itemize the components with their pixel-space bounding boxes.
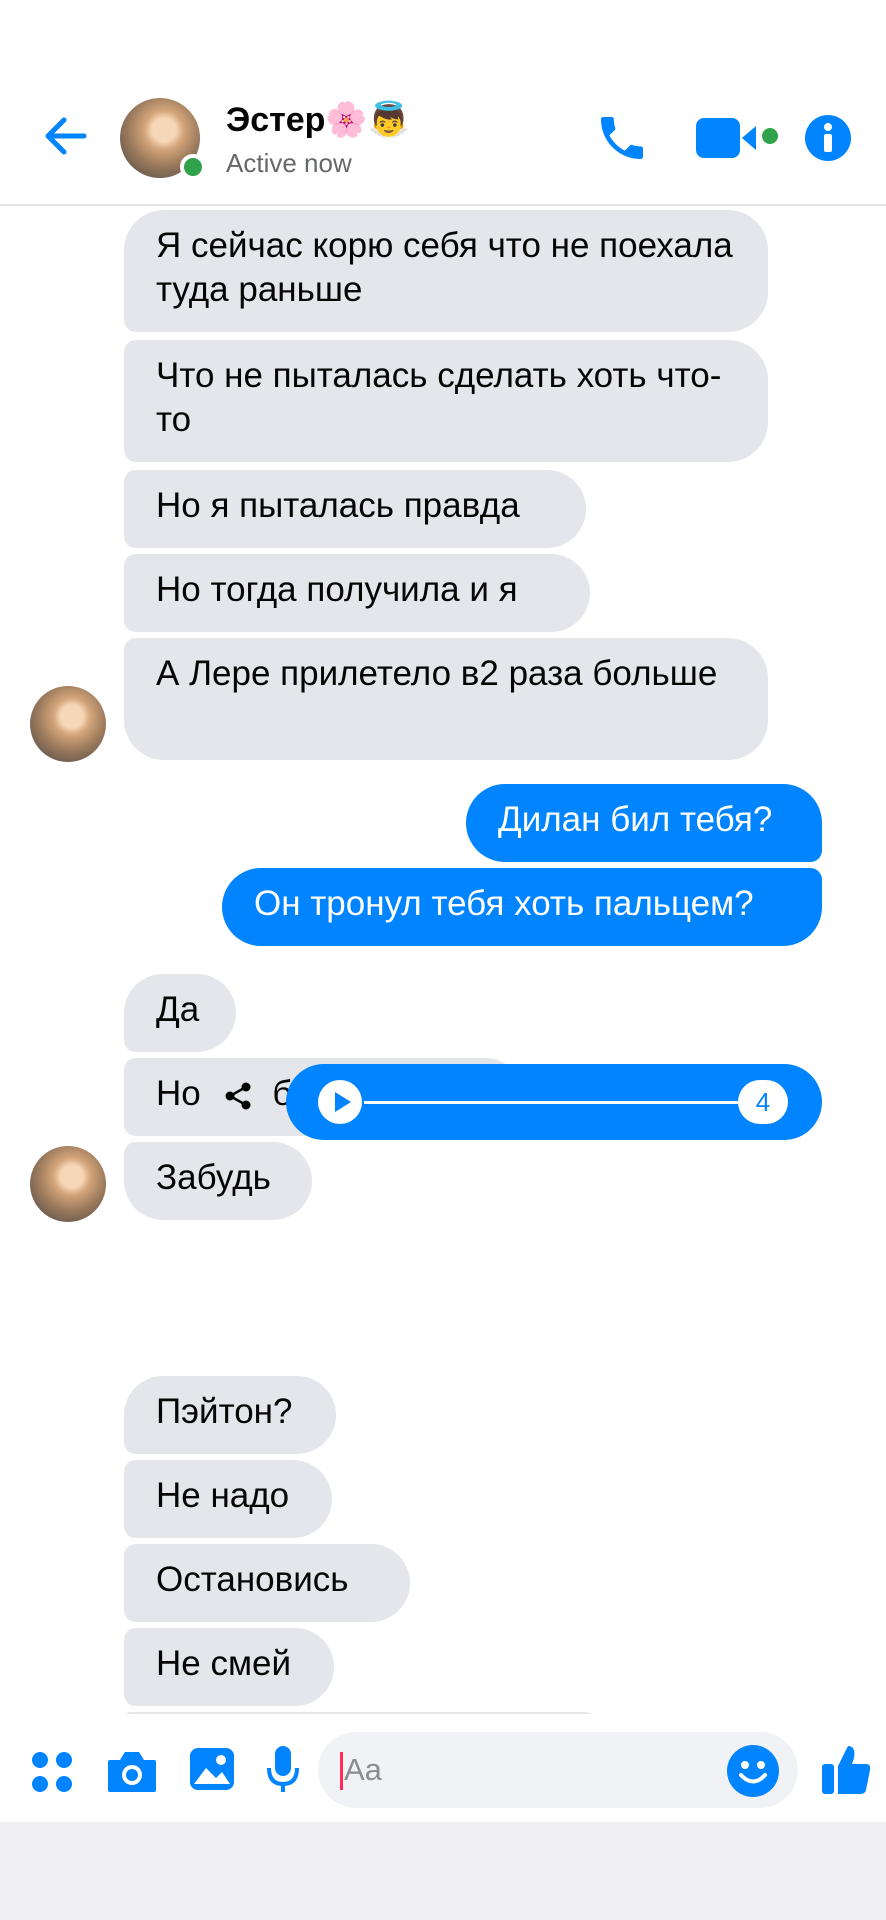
info-icon[interactable] [804,114,852,162]
voice-progress-track[interactable] [364,1101,752,1104]
contact-status: Active now [226,148,352,178]
camera-icon[interactable] [106,1748,158,1794]
voice-duration: 4 [738,1080,788,1124]
contact-name[interactable]: Эстер🌸👼 [226,100,410,140]
sender-avatar[interactable] [30,1146,106,1222]
incoming-message[interactable]: А Лере прилетело в2 раза больше [124,638,768,760]
message-input[interactable]: Aa [318,1732,798,1808]
back-arrow-icon[interactable] [38,108,94,164]
outgoing-message[interactable]: Он тронул тебя хоть пальцем? [222,868,822,946]
gallery-icon[interactable] [188,1746,236,1792]
message-input-placeholder: Aa [344,1752,382,1787]
contact-avatar[interactable] [120,98,206,180]
outgoing-message[interactable]: Дилан бил тебя? [466,784,822,862]
phone-icon[interactable] [594,110,650,166]
incoming-message[interactable]: Но тогда получила и я [124,554,590,632]
text-caret [340,1752,343,1790]
message-list[interactable]: Я сейчас корю себя что не поехала туда р… [0,206,886,1714]
menu-dots-icon[interactable] [30,1750,74,1794]
play-button[interactable] [318,1080,362,1124]
emoji-icon[interactable] [726,1744,780,1798]
chat-header: Эстер🌸👼 Active now [0,0,886,206]
incoming-message[interactable]: Не смей [124,1628,334,1706]
incoming-message[interactable]: Не надо [124,1460,332,1538]
video-icon[interactable] [696,116,790,160]
sender-avatar[interactable] [30,686,106,762]
like-icon[interactable] [820,1742,872,1796]
microphone-icon[interactable] [266,1744,300,1796]
share-icon [225,1082,251,1110]
system-navigation-area [0,1822,886,1920]
share-button[interactable] [206,1064,270,1128]
incoming-message[interactable]: Да [124,974,236,1052]
message-composer: Aa [0,1714,886,1822]
voice-message[interactable]: 4 [286,1064,822,1140]
incoming-message[interactable]: Остановись [124,1544,410,1622]
play-icon [335,1092,351,1112]
incoming-message[interactable]: Но я пыталась правда [124,470,586,548]
incoming-message[interactable]: Что не пыталась сделать хоть что-то [124,340,768,462]
incoming-message[interactable]: Я сейчас корю себя что не поехала туда р… [124,210,768,332]
online-indicator [180,154,206,180]
incoming-message[interactable]: Пэйтон? [124,1376,336,1454]
incoming-message[interactable]: Забудь [124,1142,312,1220]
